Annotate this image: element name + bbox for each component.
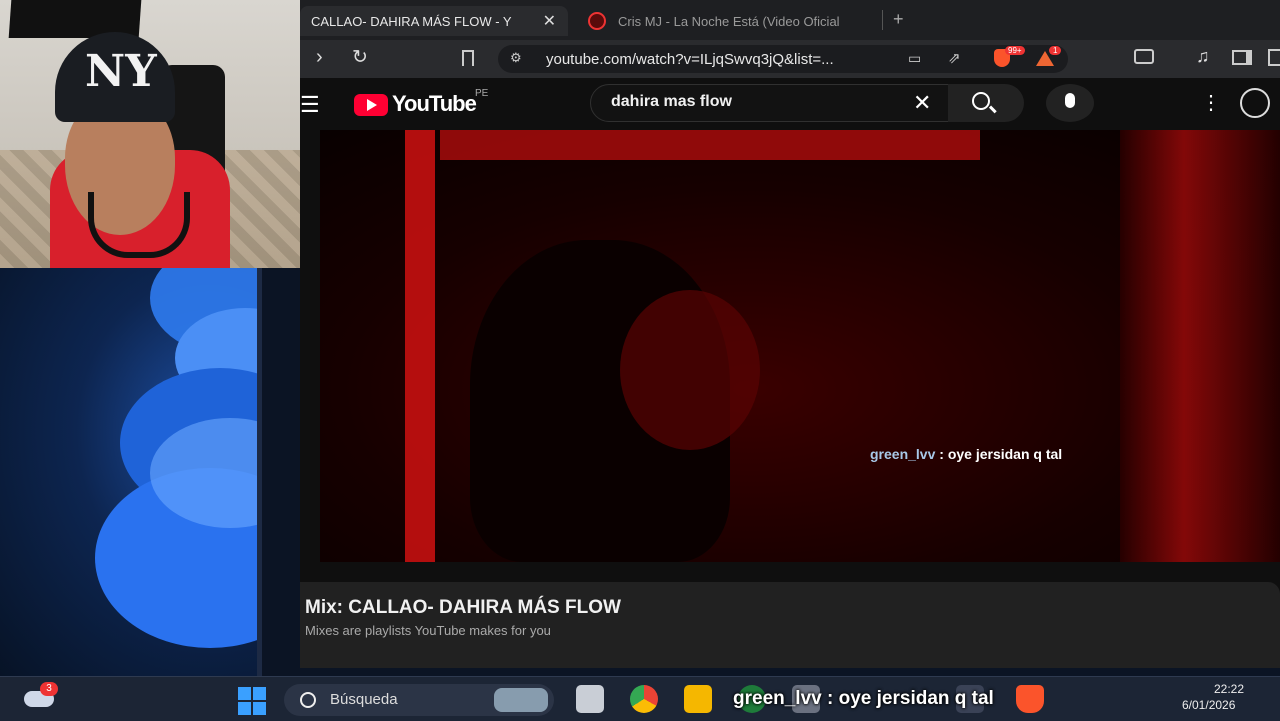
forward-icon[interactable]: › — [316, 46, 323, 69]
account-icon[interactable] — [1240, 88, 1270, 118]
wallet-icon[interactable] — [1268, 49, 1280, 66]
url-text[interactable]: youtube.com/watch?v=ILjqSwvq3jQ&list=... — [546, 51, 834, 68]
reload-icon[interactable]: ↻ — [352, 46, 368, 69]
headphones — [88, 192, 190, 258]
clock-time[interactable]: 22:22 — [1214, 682, 1244, 696]
site-settings-icon[interactable]: ⚙ — [510, 50, 522, 66]
cap: NY — [55, 32, 175, 122]
search-box[interactable]: dahira mas flow ✕ — [590, 84, 950, 122]
video-player[interactable]: green_lvv : oye jersidan q tal — [320, 130, 1280, 562]
youtube-logo-icon[interactable] — [354, 94, 388, 116]
search-highlight-icon — [494, 688, 548, 712]
menu-icon[interactable]: ☰ — [300, 92, 320, 118]
chat-message: : oye jersidan q tal — [939, 446, 1063, 462]
clear-search-icon[interactable]: ✕ — [913, 90, 931, 116]
chrome-icon[interactable] — [630, 685, 658, 713]
mic-icon — [1065, 93, 1075, 108]
tab-cris-mj[interactable]: Cris MJ - La Noche Está (Video Oficial — [584, 6, 874, 36]
search-button[interactable] — [948, 84, 1024, 122]
screenshot-icon[interactable] — [1134, 49, 1154, 64]
tab-divider — [882, 10, 883, 30]
address-bar[interactable]: ⚙ youtube.com/watch?v=ILjqSwvq3jQ&list=.… — [498, 45, 1068, 73]
brave-icon[interactable] — [1016, 685, 1044, 713]
clock-date[interactable]: 6/01/2026 — [1182, 698, 1235, 712]
file-explorer-icon[interactable] — [684, 685, 712, 713]
region-code: PE — [475, 88, 489, 99]
mix-subtitle: Mixes are playlists YouTube makes for yo… — [305, 623, 551, 638]
chat-message: : oye jersidan q tal — [827, 688, 994, 709]
mix-title[interactable]: Mix: CALLAO- DAHIRA MÁS FLOW — [305, 597, 621, 619]
share-icon[interactable]: ⇗ — [948, 49, 961, 67]
taskbar-search[interactable]: Búsqueda — [284, 684, 554, 716]
voice-search-button[interactable] — [1046, 84, 1094, 122]
taskbar-chat-overlay: green_lvv : oye jersidan q tal — [733, 688, 994, 710]
search-icon — [972, 92, 990, 110]
youtube-header: ☰ YouTube PE dahira mas flow ✕ ⋮ — [300, 78, 1280, 130]
brave-count-badge: 99+ — [1005, 46, 1025, 55]
tab-callao[interactable]: CALLAO- DAHIRA MÁS FLOW - Y ✕ — [300, 6, 568, 36]
tab-title: Cris MJ - La Noche Está (Video Oficial — [618, 13, 840, 29]
tab-title: CALLAO- DAHIRA MÁS FLOW - Y — [311, 13, 512, 29]
youtube-logo-text[interactable]: YouTube — [392, 91, 477, 117]
start-icon[interactable] — [238, 687, 266, 715]
chat-username: green_lvv — [733, 688, 822, 709]
stream-chat-overlay: green_lvv : oye jersidan q tal — [870, 446, 1062, 462]
close-tab-icon[interactable]: ✕ — [543, 11, 556, 31]
browser-toolbar: › ↻ ⚙ youtube.com/watch?v=ILjqSwvq3jQ&li… — [300, 40, 1280, 78]
tab-bar: CALLAO- DAHIRA MÁS FLOW - Y ✕ Cris MJ - … — [300, 0, 1280, 40]
taskbar-search-label: Búsqueda — [330, 691, 398, 708]
mix-playlist-panel: Mix: CALLAO- DAHIRA MÁS FLOW Mixes are p… — [300, 582, 1280, 668]
new-tab-icon[interactable]: + — [893, 9, 904, 30]
task-view-icon[interactable] — [576, 685, 604, 713]
rewards-count-badge: 1 — [1049, 46, 1062, 55]
desktop-wallpaper — [0, 268, 262, 676]
search-input[interactable]: dahira mas flow — [611, 93, 732, 111]
search-icon — [300, 692, 316, 708]
taskbar: 3 Búsqueda green_lvv : oye jersidan q ta… — [0, 676, 1280, 721]
webcam-overlay: NY — [0, 0, 300, 268]
bookmark-icon[interactable] — [462, 50, 474, 66]
sidebar-icon[interactable] — [1232, 50, 1252, 65]
media-icon[interactable]: ♫ — [1196, 46, 1210, 67]
chat-username: green_lvv — [870, 446, 936, 462]
cast-icon[interactable]: ▭ — [908, 50, 921, 67]
browser-window: CALLAO- DAHIRA MÁS FLOW - Y ✕ Cris MJ - … — [300, 0, 1280, 668]
more-options-icon[interactable]: ⋮ — [1201, 90, 1221, 115]
weather-badge: 3 — [40, 682, 58, 696]
youtube-favicon-icon — [588, 12, 606, 30]
scene-doorframe — [405, 130, 435, 562]
